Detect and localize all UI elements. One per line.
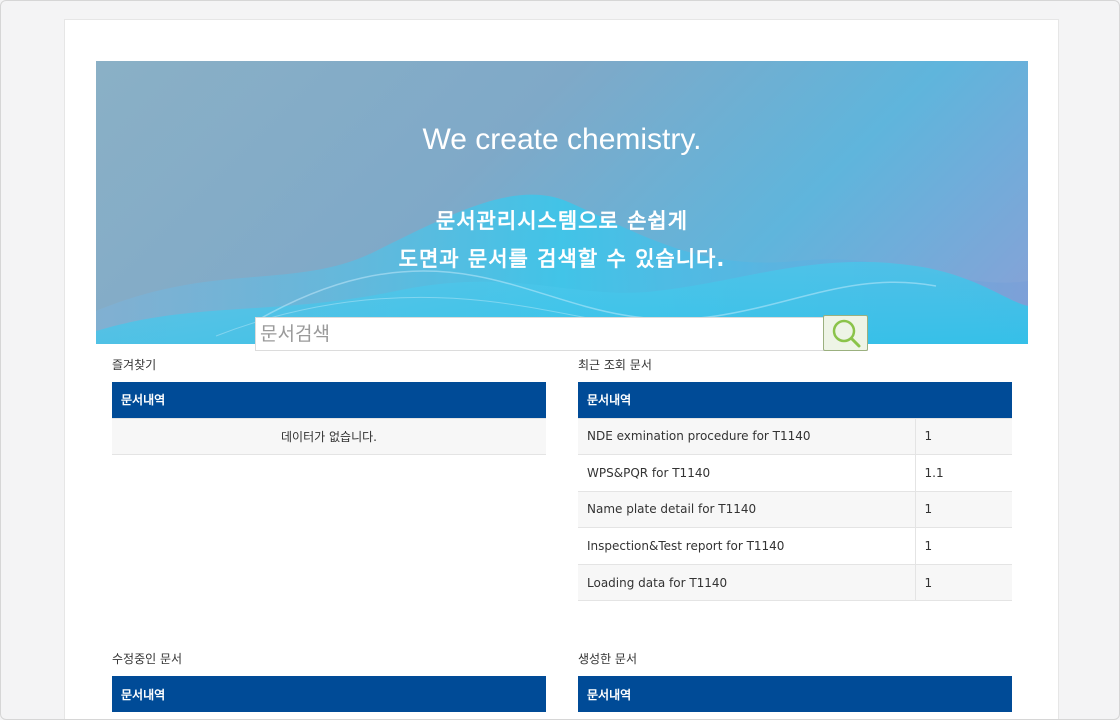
hero-tagline-line2: 도면과 문서를 검색할 수 있습니다. [398, 247, 726, 271]
hero-banner: We create chemistry. 문서관리시스템으로 손쉽게 도면과 문… [96, 61, 1028, 344]
created-table: 문서내역 [578, 676, 1012, 712]
favorites-header: 문서내역 [112, 382, 546, 418]
document-name[interactable]: Name plate detail for T1140 [578, 490, 915, 529]
document-version: 1 [914, 417, 1012, 456]
document-version: 1 [914, 527, 1012, 565]
created-panel: 문서내역 [578, 676, 1012, 712]
favorites-empty-message: 데이터가 없습니다. [112, 417, 546, 456]
document-version: 1 [914, 563, 1012, 602]
editing-table: 문서내역 [112, 676, 546, 712]
search-button[interactable] [823, 315, 868, 351]
document-version: 1.1 [914, 454, 1012, 492]
hero-tagline-line1: 문서관리시스템으로 손쉽게 [435, 209, 689, 233]
created-header: 문서내역 [578, 676, 1012, 712]
document-name[interactable]: Inspection&Test report for T1140 [578, 527, 915, 565]
hero-wave-graphic [96, 194, 1028, 344]
table-row[interactable]: WPS&PQR for T1140 1.1 [578, 454, 1012, 492]
editing-header: 문서내역 [112, 676, 546, 712]
recent-panel: 문서내역 NDE exmination procedure for T1140 … [578, 382, 1012, 602]
editing-label: 수정중인 문서 [112, 652, 183, 666]
document-name[interactable]: Loading data for T1140 [578, 563, 915, 602]
search-input[interactable] [256, 318, 821, 350]
table-row[interactable]: Loading data for T1140 1 [578, 563, 1012, 602]
editing-panel: 문서내역 [112, 676, 546, 712]
favorites-table: 문서내역 데이터가 없습니다. [112, 382, 546, 456]
recent-label: 최근 조회 문서 [578, 358, 652, 372]
hero-title: We create chemistry. [422, 123, 702, 156]
main-page: We create chemistry. 문서관리시스템으로 손쉽게 도면과 문… [64, 19, 1059, 719]
favorites-panel: 문서내역 데이터가 없습니다. [112, 382, 546, 456]
document-version: 1 [914, 490, 1012, 529]
favorites-label: 즐겨찾기 [112, 358, 157, 372]
table-row[interactable]: Name plate detail for T1140 1 [578, 490, 1012, 529]
window-frame: We create chemistry. 문서관리시스템으로 손쉽게 도면과 문… [0, 0, 1120, 720]
table-row[interactable]: NDE exmination procedure for T1140 1 [578, 417, 1012, 456]
table-row[interactable]: Inspection&Test report for T1140 1 [578, 527, 1012, 565]
recent-table: 문서내역 NDE exmination procedure for T1140 … [578, 382, 1012, 602]
created-label: 생성한 문서 [578, 652, 638, 666]
search-bar [255, 315, 868, 351]
document-name[interactable]: WPS&PQR for T1140 [578, 454, 915, 492]
document-name[interactable]: NDE exmination procedure for T1140 [578, 417, 915, 456]
search-icon [832, 319, 860, 348]
recent-header: 문서내역 [578, 382, 1012, 418]
